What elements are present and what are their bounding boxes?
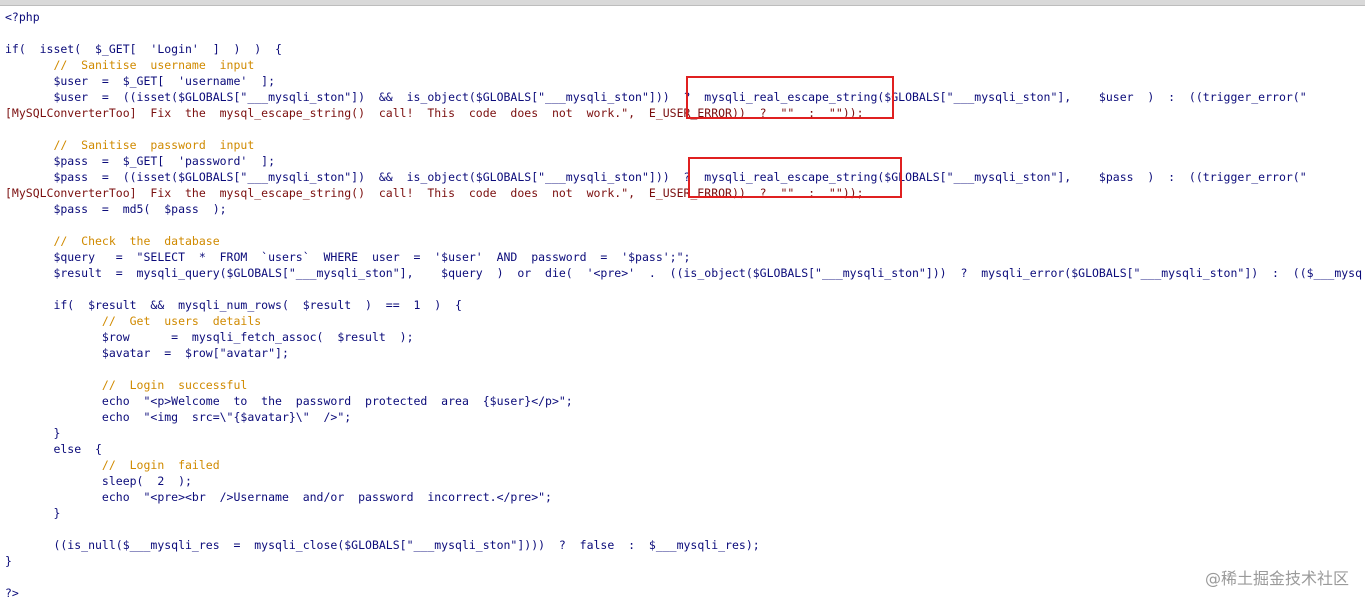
- code-line: $pass = md5( $pass );: [5, 202, 227, 216]
- code-line: $result = mysqli_query($GLOBALS["___mysq…: [5, 266, 1363, 280]
- code-line: ?>: [5, 586, 19, 600]
- code-line: [MySQLConverterToo] Fix the mysql_escape…: [5, 186, 864, 200]
- code-line: echo "<p>Welcome to the password protect…: [5, 394, 573, 408]
- php-source-code: <?php if( isset( $_GET[ 'Login' ] ) ) { /…: [5, 9, 1365, 601]
- code-line: $pass = ((isset($GLOBALS["___mysqli_ston…: [5, 170, 1307, 184]
- code-line: // Login failed: [5, 458, 220, 472]
- code-line: // Get users details: [5, 314, 262, 328]
- code-line: $row = mysqli_fetch_assoc( $result );: [5, 330, 414, 344]
- code-line: // Login successful: [5, 378, 248, 392]
- code-line: else {: [5, 442, 102, 456]
- code-line: }: [5, 506, 61, 520]
- code-line: // Check the database: [5, 234, 220, 248]
- code-line: <?php: [5, 10, 40, 24]
- code-line: echo "<img src=\"{$avatar}\" />";: [5, 410, 352, 424]
- code-line: $user = $_GET[ 'username' ];: [5, 74, 276, 88]
- code-line: }: [5, 554, 12, 568]
- code-line: sleep( 2 );: [5, 474, 192, 488]
- code-line: $pass = $_GET[ 'password' ];: [5, 154, 276, 168]
- highlight-box-pass-escape: [688, 157, 902, 198]
- watermark-text: @稀土掘金技术社区: [1204, 569, 1349, 588]
- code-line: // Sanitise username input: [5, 58, 255, 72]
- code-line: if( isset( $_GET[ 'Login' ] ) ) {: [5, 42, 282, 56]
- window-top-bar: [0, 0, 1365, 6]
- code-line: echo "<pre><br />Username and/or passwor…: [5, 490, 552, 504]
- code-line: // Sanitise password input: [5, 138, 255, 152]
- code-line: [MySQLConverterToo] Fix the mysql_escape…: [5, 106, 864, 120]
- code-line: if( $result && mysqli_num_rows( $result …: [5, 298, 462, 312]
- code-line: $avatar = $row["avatar"];: [5, 346, 289, 360]
- code-line: ((is_null($___mysqli_res = mysqli_close(…: [5, 538, 760, 552]
- highlight-box-user-escape: [686, 76, 894, 119]
- code-line: $query = "SELECT * FROM `users` WHERE us…: [5, 250, 691, 264]
- code-line: }: [5, 426, 61, 440]
- code-line: $user = ((isset($GLOBALS["___mysqli_ston…: [5, 90, 1307, 104]
